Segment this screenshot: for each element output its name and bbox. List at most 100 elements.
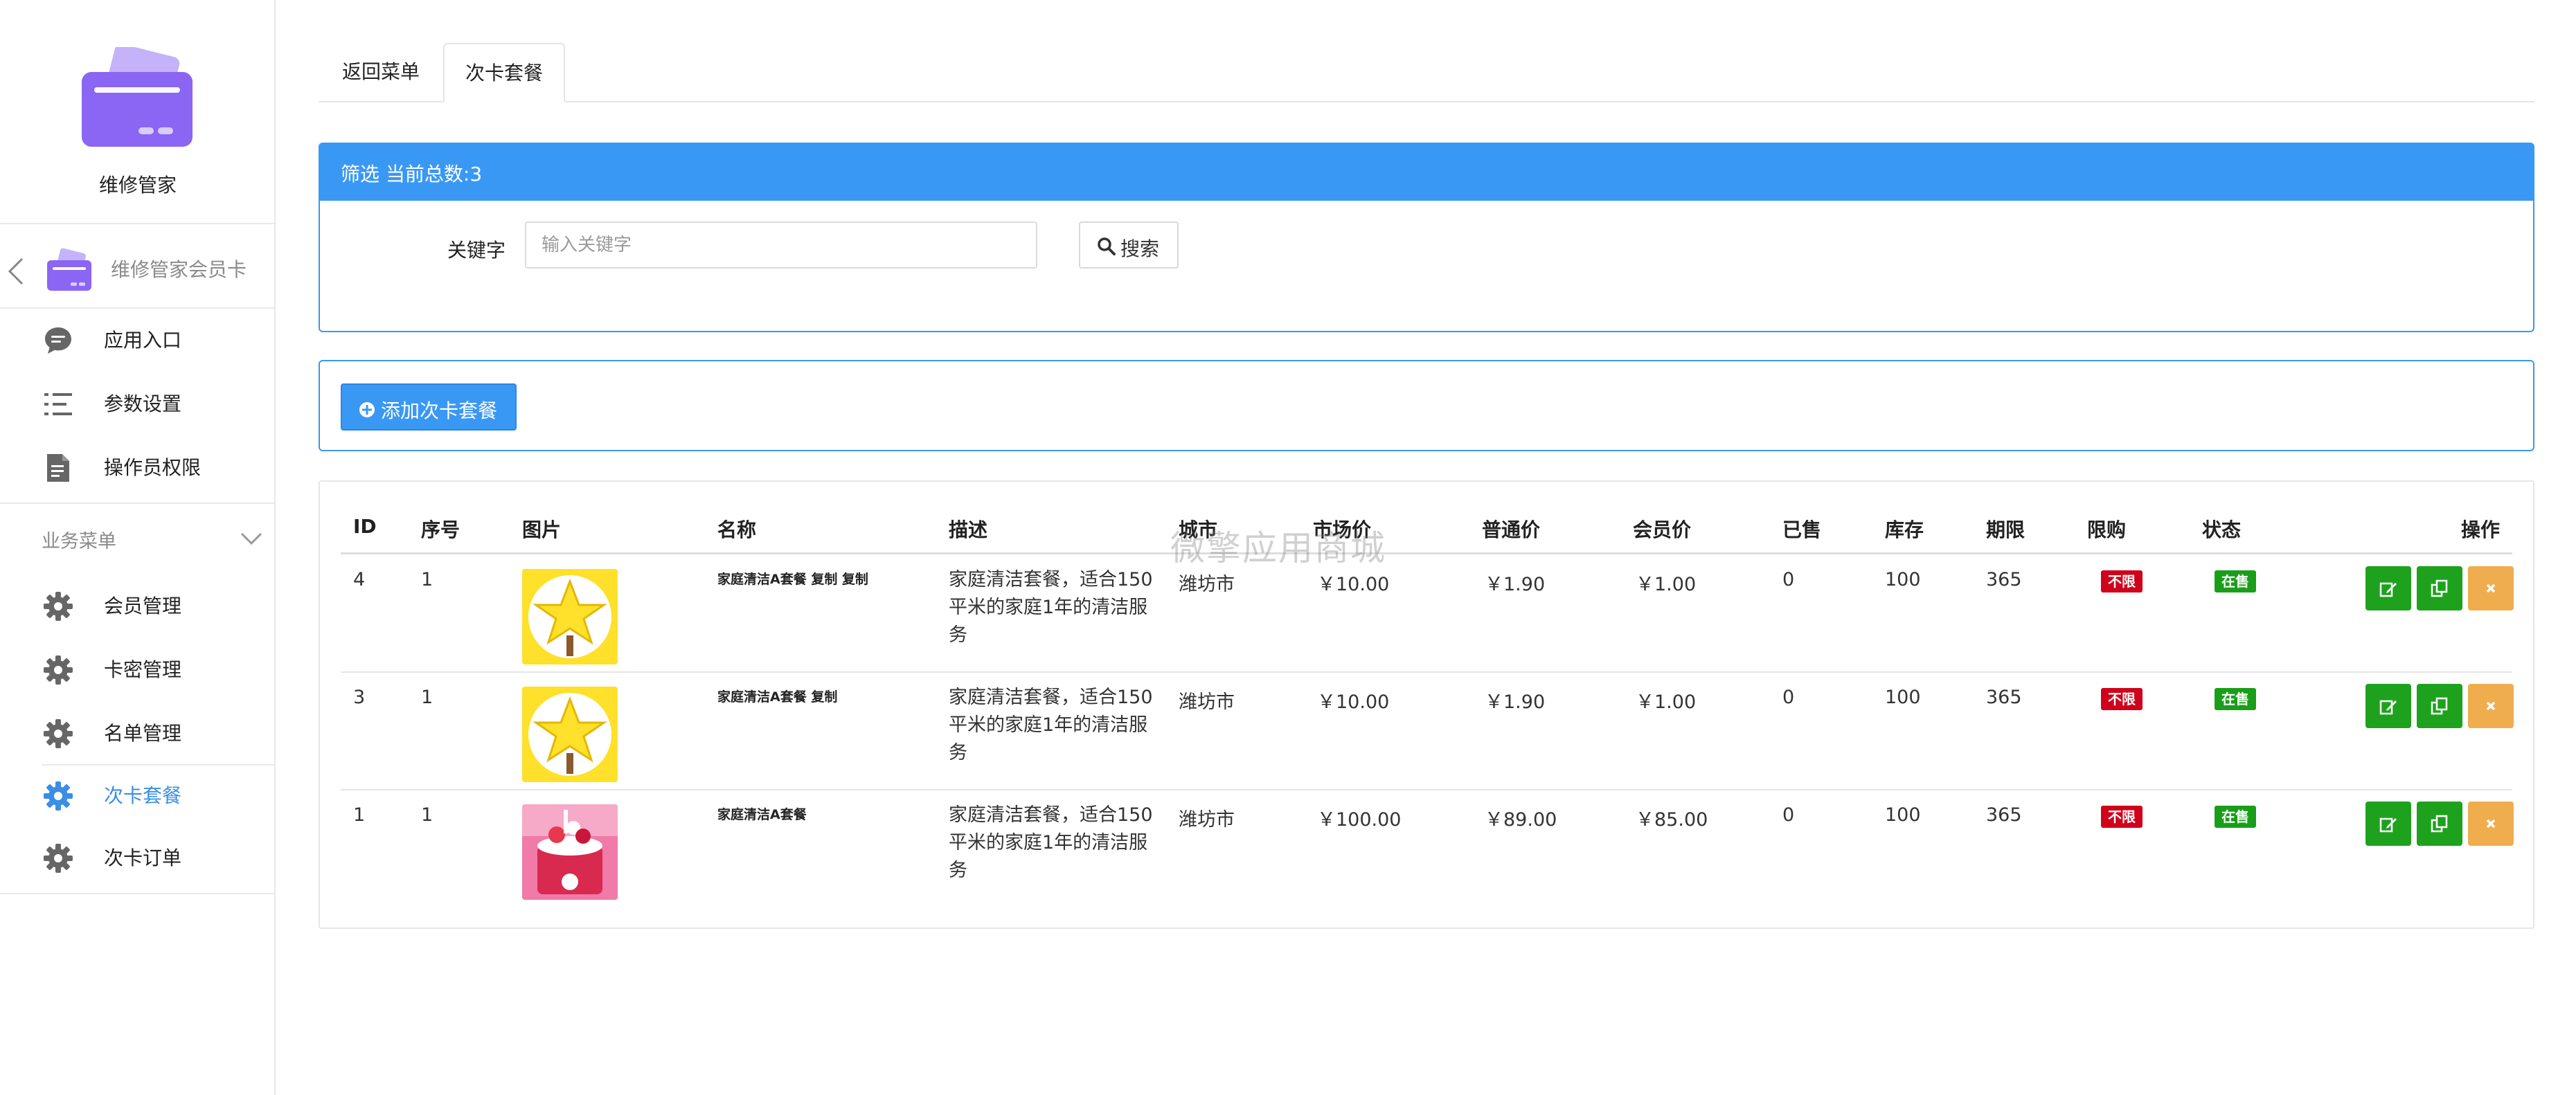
sidebar-item-card-password-management[interactable]: 卡密管理 (0, 641, 274, 696)
add-package-label: 添加次卡套餐 (381, 399, 498, 422)
column-header-stock: 库存 (1885, 518, 1924, 541)
document-icon (43, 453, 73, 483)
edit-button[interactable] (2365, 684, 2411, 728)
section-label[interactable]: 业务菜单 (42, 526, 116, 553)
search-icon (1097, 237, 1116, 256)
cell-period: 365 (1986, 687, 2022, 708)
cell-id: 4 (353, 569, 366, 590)
divider (0, 223, 274, 224)
cell-seq: 1 (421, 804, 433, 826)
column-header-name: 名称 (717, 518, 757, 541)
cell-city: 潍坊市 (1179, 809, 1235, 831)
list-settings-icon (43, 389, 73, 419)
sidebar-item-app-entry[interactable]: 应用入口 (0, 311, 274, 367)
close-icon (2486, 583, 2496, 593)
sidebar-back-label[interactable]: 维修管家会员卡 (111, 255, 247, 282)
edit-button[interactable] (2365, 566, 2411, 610)
cell-stock: 100 (1885, 687, 1921, 708)
watermark: 微擎应用商城 (1170, 528, 1386, 568)
cell-normal-price: ￥89.00 (1485, 809, 1557, 831)
sidebar-item-label[interactable]: 次卡订单 (104, 843, 181, 871)
keyword-label: 关键字 (447, 239, 506, 262)
cell-city: 潍坊市 (1179, 574, 1235, 595)
sidebar-item-label[interactable]: 卡密管理 (104, 655, 181, 682)
column-header-period: 期限 (1986, 518, 2025, 541)
sidebar-section-business-menu[interactable]: 业务菜单 (0, 512, 274, 565)
copy-button[interactable] (2417, 566, 2462, 610)
column-header-normal-price: 普通价 (1482, 518, 1541, 541)
cake-image (522, 804, 618, 900)
chevron-left-icon[interactable] (4, 256, 29, 287)
column-header-seq: 序号 (421, 518, 460, 541)
cell-normal-price: ￥1.90 (1485, 574, 1546, 595)
divider (0, 893, 274, 894)
cell-market-price: ￥10.00 (1317, 691, 1390, 713)
sidebar: 维修管家 维修管家会员卡 应用入口 参数设置 操作员权限 业务菜单 会员管理 卡… (0, 0, 276, 1095)
delete-button[interactable] (2468, 566, 2514, 610)
table-row: 1 1 家庭清洁A套餐 家庭清洁套餐，适合150平米的家庭1年的清洁服务 潍坊市… (341, 790, 2514, 908)
tab-times-card-package[interactable]: 次卡套餐 (443, 43, 565, 102)
filter-panel: 筛选 当前总数:3 关键字 搜索 (319, 143, 2534, 332)
chevron-down-icon[interactable] (240, 529, 263, 548)
cell-normal-price: ￥1.90 (1485, 691, 1546, 713)
sidebar-item-label[interactable]: 应用入口 (104, 325, 181, 353)
gear-icon (43, 843, 73, 874)
sidebar-item-member-management[interactable]: 会员管理 (0, 577, 274, 633)
close-icon (2486, 819, 2496, 829)
divider (0, 307, 274, 309)
close-icon (2486, 701, 2496, 711)
cell-stock: 100 (1885, 804, 1921, 826)
sidebar-item-settings[interactable]: 参数设置 (0, 375, 274, 431)
cell-member-price: ￥1.00 (1636, 574, 1697, 595)
column-header-limit: 限购 (2087, 518, 2127, 541)
cell-id: 1 (353, 804, 366, 826)
edit-icon (2379, 700, 2397, 715)
sidebar-item-label[interactable]: 名单管理 (104, 718, 181, 746)
copy-button[interactable] (2417, 684, 2462, 728)
search-button[interactable]: 搜索 (1079, 221, 1179, 269)
column-header-sold: 已售 (1782, 518, 1822, 541)
column-header-ops: 操作 (2461, 518, 2501, 541)
star-image (522, 687, 618, 782)
status-badge: 在售 (2215, 570, 2256, 592)
cell-desc: 家庭清洁套餐，适合150平米的家庭1年的清洁服务 (949, 569, 1153, 646)
app-logo-card-icon (82, 44, 193, 148)
sidebar-item-operator-permissions[interactable]: 操作员权限 (0, 439, 274, 494)
gear-icon (43, 591, 73, 622)
keyword-input[interactable] (525, 221, 1037, 269)
tab-back-to-menu[interactable]: 返回菜单 (319, 43, 443, 101)
delete-button[interactable] (2468, 684, 2514, 728)
sidebar-item-times-card-package[interactable]: 次卡套餐 (0, 767, 274, 822)
copy-icon (2431, 815, 2448, 833)
chat-bubble-icon (43, 325, 73, 356)
limit-badge: 不限 (2101, 688, 2143, 710)
column-header-id: ID (353, 515, 377, 538)
cell-member-price: ￥85.00 (1636, 809, 1708, 831)
sidebar-item-label[interactable]: 操作员权限 (104, 453, 201, 480)
sidebar-back-item[interactable]: 维修管家会员卡 (0, 235, 274, 307)
edit-button[interactable] (2365, 802, 2411, 846)
copy-icon (2431, 697, 2448, 715)
column-header-desc: 描述 (949, 518, 988, 541)
cell-sold: 0 (1782, 804, 1795, 826)
filter-header: 筛选 当前总数:3 (320, 144, 2533, 201)
sidebar-item-label[interactable]: 会员管理 (104, 591, 181, 619)
add-package-button[interactable]: 添加次卡套餐 (341, 383, 517, 431)
delete-button[interactable] (2468, 802, 2514, 846)
cell-period: 365 (1986, 804, 2022, 826)
sidebar-item-times-card-orders[interactable]: 次卡订单 (0, 829, 274, 885)
copy-button[interactable] (2417, 802, 2462, 846)
sidebar-item-list-management[interactable]: 名单管理 (0, 705, 274, 760)
cell-city: 潍坊市 (1179, 691, 1235, 713)
divider (0, 503, 274, 504)
cell-seq: 1 (421, 569, 433, 590)
tab-bar: 返回菜单 次卡套餐 (319, 43, 2534, 102)
cell-name: 家庭清洁A套餐 (717, 807, 807, 822)
cell-id: 3 (353, 687, 366, 708)
cell-stock: 100 (1885, 569, 1921, 590)
limit-badge: 不限 (2101, 806, 2143, 828)
table-row: 3 1 家庭清洁A套餐 复制 家庭清洁套餐，适合150平米的家庭1年的清洁服务 … (341, 673, 2514, 790)
sidebar-item-label[interactable]: 次卡套餐 (104, 781, 181, 808)
search-button-label: 搜索 (1120, 237, 1160, 260)
sidebar-item-label[interactable]: 参数设置 (104, 389, 181, 417)
